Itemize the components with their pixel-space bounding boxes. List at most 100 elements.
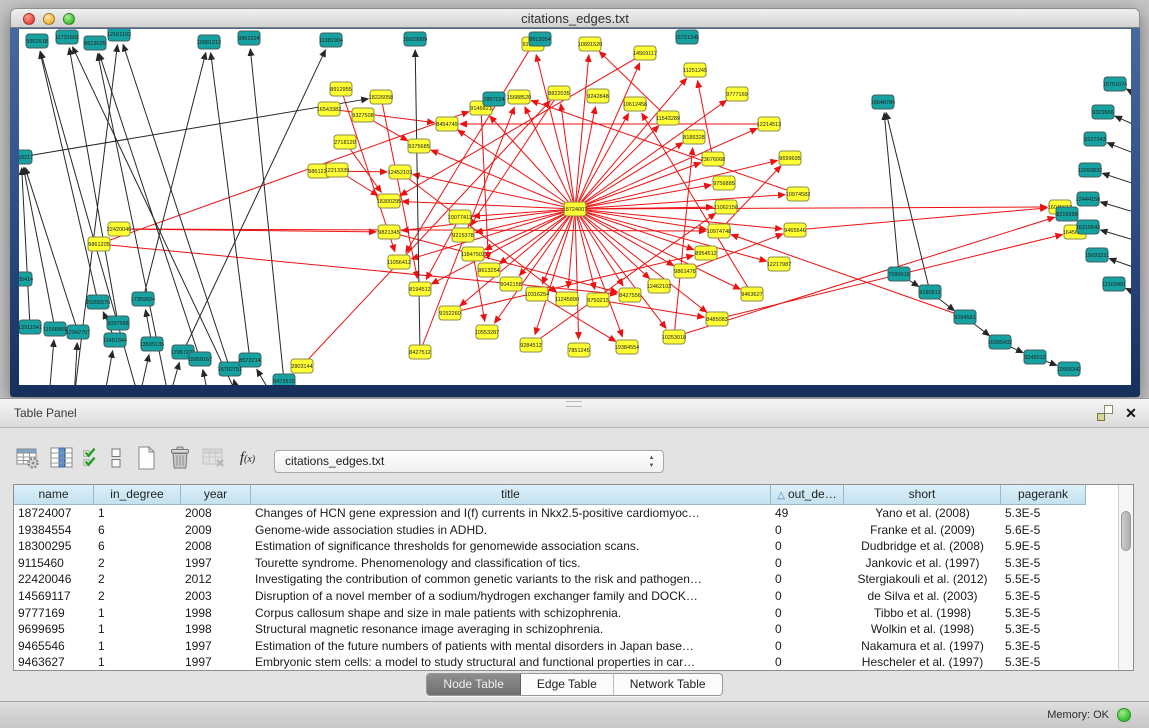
network-node[interactable]: 11568869: [43, 322, 67, 336]
network-node[interactable]: 12993217: [19, 150, 33, 164]
network-node[interactable]: 9472515: [273, 374, 295, 385]
network-node[interactable]: 7857224: [483, 92, 505, 106]
network-node[interactable]: 10735414: [19, 272, 33, 286]
network-node[interactable]: 11056412: [387, 255, 411, 269]
network-node[interactable]: 12093832: [1078, 163, 1102, 177]
network-node[interactable]: 7851245: [568, 343, 590, 357]
network-node[interactable]: 12444158: [1076, 192, 1100, 206]
network-node[interactable]: 8485083: [706, 312, 728, 326]
network-node[interactable]: 10905342: [1057, 362, 1081, 376]
network-node[interactable]: 11251245: [683, 63, 707, 77]
scrollbar-thumb[interactable]: [1121, 511, 1131, 551]
network-node[interactable]: 13505135: [140, 337, 164, 351]
network-node[interactable]: 12942757: [66, 325, 90, 339]
table-row[interactable]: 946362711997Embryonic stem cells: a mode…: [14, 654, 1118, 670]
network-node[interactable]: 9215378: [452, 228, 474, 242]
network-node[interactable]: 9227343: [1084, 132, 1106, 146]
network-node[interactable]: 12217987: [767, 257, 791, 271]
table-vertical-scrollbar[interactable]: [1118, 485, 1133, 670]
network-node[interactable]: 9699695: [779, 151, 801, 165]
float-panel-button[interactable]: [1097, 405, 1113, 421]
network-node[interactable]: 9465546: [784, 223, 806, 237]
network-node[interactable]: 8427556: [619, 288, 641, 302]
network-node[interactable]: 10974583: [786, 187, 810, 201]
network-node[interactable]: 11381904: [319, 33, 343, 47]
network-node[interactable]: 9190912: [919, 285, 941, 299]
network-node[interactable]: 9375685: [408, 139, 430, 153]
network-node[interactable]: 15751074: [1103, 77, 1127, 91]
network-node[interactable]: 8912955: [330, 82, 352, 96]
table-row[interactable]: 1830029562008Estimation of significance …: [14, 538, 1118, 555]
network-node[interactable]: 12214513: [757, 117, 781, 131]
network-node[interactable]: 9042158: [500, 277, 522, 291]
table-row[interactable]: 2242004622012Investigating the contribut…: [14, 571, 1118, 588]
panel-resize-grip[interactable]: [566, 401, 582, 407]
tab-network-table[interactable]: Network Table: [614, 674, 722, 695]
table-options-button[interactable]: [14, 445, 41, 472]
network-node[interactable]: 18300295: [377, 194, 401, 208]
table-row[interactable]: 911546021997Tourette syndrome. Phenomeno…: [14, 555, 1118, 572]
network-node[interactable]: 16648784: [871, 95, 895, 109]
network-node[interactable]: 9245012: [1024, 350, 1046, 364]
network-node[interactable]: 8954512: [695, 246, 717, 260]
network-node[interactable]: 12103481: [1102, 277, 1126, 291]
network-node[interactable]: 15688520: [507, 90, 531, 104]
select-all-button[interactable]: [82, 445, 100, 472]
network-node[interactable]: 11062158: [714, 200, 738, 214]
network-node[interactable]: 8194512: [409, 282, 431, 296]
network-node[interactable]: 11451944: [103, 333, 127, 347]
network-node[interactable]: 10891520: [578, 37, 602, 51]
network-node[interactable]: 9152260: [439, 306, 461, 320]
network-node[interactable]: 10974748: [707, 224, 731, 238]
network-node[interactable]: 9750213: [587, 293, 609, 307]
network-node[interactable]: 10612458: [623, 97, 647, 111]
network-node[interactable]: 10316254: [525, 287, 549, 301]
network-node[interactable]: 9329966: [1092, 105, 1114, 119]
table-selector-dropdown[interactable]: citations_edges.txt ▲▼: [274, 450, 664, 473]
network-node[interactable]: 9361518: [26, 34, 48, 48]
new-table-button[interactable]: [132, 445, 159, 472]
network-node[interactable]: 10077413: [448, 210, 472, 224]
table-row[interactable]: 1456911722003Disruption of a novel membe…: [14, 588, 1118, 605]
network-node[interactable]: 9327508: [352, 108, 374, 122]
network-node[interactable]: 2803144: [291, 359, 313, 373]
network-node[interactable]: 9194561: [954, 310, 976, 324]
column-header-name[interactable]: name: [14, 485, 94, 505]
network-node[interactable]: 8822035: [548, 86, 570, 100]
network-node[interactable]: 8454749: [436, 117, 458, 131]
network-node[interactable]: 19384554: [615, 340, 639, 354]
network-node[interactable]: 16210643: [1076, 220, 1100, 234]
window-titlebar[interactable]: citations_edges.txt: [10, 8, 1140, 28]
close-panel-button[interactable]: ✕: [1123, 404, 1139, 422]
network-node[interactable]: 15721345: [675, 30, 699, 44]
network-node[interactable]: 9777169: [726, 87, 748, 101]
network-node[interactable]: 16995432: [988, 335, 1012, 349]
network-node[interactable]: 18226058: [369, 90, 393, 104]
network-node[interactable]: 8613035: [84, 36, 106, 50]
column-header-title[interactable]: title: [251, 485, 771, 505]
network-node[interactable]: 22420046: [107, 222, 131, 236]
network-node[interactable]: 16543382: [317, 102, 341, 116]
network-node[interactable]: 11245890: [555, 292, 579, 306]
network-node[interactable]: 9284512: [520, 338, 542, 352]
network-node[interactable]: 9861205: [88, 237, 110, 251]
network-node[interactable]: 18724007: [563, 202, 587, 216]
column-header-out_degree[interactable]: △out_de…: [771, 485, 844, 505]
column-header-pagerank[interactable]: pagerank: [1001, 485, 1086, 505]
network-node[interactable]: 17359924: [131, 292, 155, 306]
network-node[interactable]: 10553287: [475, 325, 499, 339]
network-node[interactable]: 8427512: [409, 345, 431, 359]
network-node[interactable]: 11847502: [461, 247, 485, 261]
network-node[interactable]: 13911541: [19, 320, 42, 334]
network-node[interactable]: 12462103: [647, 279, 671, 293]
network-node[interactable]: 8613254: [478, 263, 500, 277]
network-node[interactable]: 12452103: [388, 165, 412, 179]
network-node[interactable]: 12213339: [325, 163, 349, 177]
network-node[interactable]: 9463627: [741, 287, 763, 301]
network-node[interactable]: 9861478: [674, 264, 696, 278]
network-node[interactable]: 16033809: [403, 32, 427, 46]
network-node[interactable]: 9242848: [587, 89, 609, 103]
network-node[interactable]: 10253018: [662, 330, 686, 344]
tab-edge-table[interactable]: Edge Table: [521, 674, 614, 695]
network-canvas[interactable]: 1872400791154601089152014569117112512459…: [19, 29, 1131, 385]
